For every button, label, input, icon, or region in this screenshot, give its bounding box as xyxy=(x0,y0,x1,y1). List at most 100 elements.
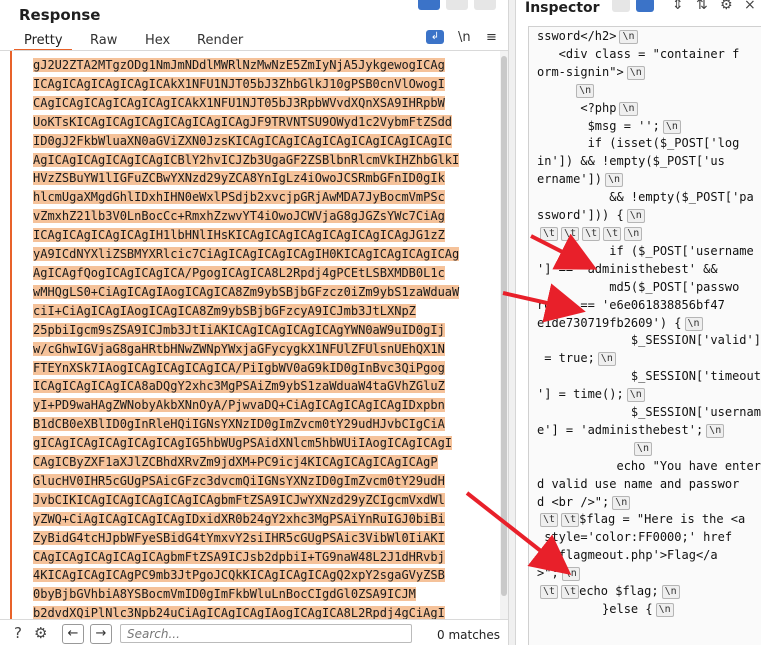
code-text[interactable]: && !empty($_POST['pa xyxy=(537,190,754,204)
inspector-code-line[interactable]: $_SESSION['valid'] xyxy=(537,332,761,350)
expand-icon[interactable]: ⇕ xyxy=(672,0,684,13)
body-line[interactable]: AgICAgfQogICAgICAgICA/PgogICAgICA8L2Rpdj… xyxy=(33,264,491,283)
code-text[interactable]: orm-signin"> xyxy=(537,65,624,79)
body-line[interactable]: 4KICAgICAgICAgPC9mb3JtPgoJCQkKICAgICAgIC… xyxy=(33,566,491,585)
scrollbar-thumb[interactable] xyxy=(501,56,507,596)
selected-text[interactable]: yI+PD9waHAgZWNobyAkbXNnOyA/PjwvaDQ+CiAgI… xyxy=(33,398,445,413)
inspector-code-line[interactable]: e1de730719fb2609') {\n xyxy=(537,315,761,333)
body-line[interactable]: 0byBjbGVhbiA8YSBocmVmID0gImFkbWluLnBocCI… xyxy=(33,585,491,604)
selected-text[interactable]: yA9ICdNYXliZSBMYXRlcic7CiAgICAgICAgICAgI… xyxy=(33,247,460,262)
selected-text[interactable]: FTEYnXSk7IAogICAgICAgICAgICA/PiIgbWV0aG9… xyxy=(33,360,445,375)
previous-match-button[interactable]: ← xyxy=(62,624,84,644)
inspector-code-line[interactable]: $_SESSION['usernam xyxy=(537,404,761,422)
selected-text[interactable]: ICAgICAgICAgICA8aDQgY2xhc3MgPSAiZm9ybS1z… xyxy=(33,379,445,394)
inspector-code-line[interactable]: <?php \n xyxy=(537,100,761,118)
inspector-code-line[interactable]: if ($_POST['username xyxy=(537,243,761,261)
code-text[interactable]: echo $flag; xyxy=(579,584,658,598)
selected-text[interactable]: CAgICByZXF1aXJlZCBhdXRvZm9jdXM+PC9icj4KI… xyxy=(33,455,438,470)
body-line[interactable]: ZyBidG4tcHJpbWFyeSBidG4tYmxvY2siIHR5cGUg… xyxy=(33,529,491,548)
code-text[interactable]: md5($_POST['passwo xyxy=(537,280,739,294)
body-line[interactable]: 25pbiIgcm9sZSA9ICJmb3JtIiAKICAgICAgICAgI… xyxy=(33,321,491,340)
help-icon[interactable]: ? xyxy=(14,624,22,642)
body-line[interactable]: B1dCB0eXBlID0gInRleHQiIGNsYXNzID0gImZvcm… xyxy=(33,415,491,434)
body-line[interactable]: gICAgICAgICAgICAgICAgIG5hbWUgPSAidXNlcm5… xyxy=(33,434,491,453)
body-line[interactable]: ID0gJ2FkbWluaXN0aGViZXN0JzsKICAgICAgICAg… xyxy=(33,132,491,151)
tab-hex[interactable]: Hex xyxy=(145,33,170,48)
body-line[interactable]: GlucHV0IHR5cGUgPSAicGFzc3dvcmQiIGNsYXNzI… xyxy=(33,472,491,491)
body-line[interactable]: yZWQ+CiAgICAgICAgICAgIDxidXR0b24gY2xhc3M… xyxy=(33,510,491,529)
layout-horizontal-button[interactable] xyxy=(446,0,468,10)
inspector-code-line[interactable]: ='/flagmeout.php'>Flag</a xyxy=(537,547,761,565)
selected-text[interactable]: AgICAgfQogICAgICAgICA/PgogICAgICA8L2Rpdj… xyxy=(33,265,445,280)
body-line[interactable]: ciI+CiAgICAgIAogICAgICA8Zm9ybSBjbGFzcyA9… xyxy=(33,302,491,321)
selected-text[interactable]: vZmxhZ21lb3V0LnBocCc+RmxhZzwvYT4iOwoJCWV… xyxy=(33,209,445,224)
code-text[interactable]: style='color:FF0000;' href xyxy=(537,530,732,544)
code-text[interactable]: = true; xyxy=(537,351,595,365)
selected-text[interactable]: 25pbiIgcm9sZSA9ICJmb3JtIiAKICAgICAgICAgI… xyxy=(33,322,445,337)
body-line[interactable]: FTEYnXSk7IAogICAgICAgICAgICA/PiIgbWV0aG9… xyxy=(33,359,491,378)
inspector-settings-gear-icon[interactable]: ⚙ xyxy=(720,0,733,13)
inspector-selected-text[interactable]: ssword</h2> \n <div class = "container fo… xyxy=(528,26,761,645)
inspector-code-line[interactable]: $msg = ''; \n xyxy=(537,118,761,136)
code-text[interactable]: d <br />"; xyxy=(537,495,609,509)
body-line[interactable]: ICAgICAgICAgICAgIH1lbHNlIHsKICAgICAgICAg… xyxy=(33,226,491,245)
code-text[interactable]: '] == 'administhebest' && xyxy=(537,262,718,276)
panel-splitter[interactable] xyxy=(508,0,516,645)
inspector-code-line[interactable]: ssword</h2> \n xyxy=(537,28,761,46)
selected-text[interactable]: B1dCB0eXBlID0gInRleHQiIGNsYXNzID0gImZvcm… xyxy=(33,417,445,432)
code-text[interactable]: $_SESSION['timeout xyxy=(537,369,761,383)
code-text[interactable]: >"; xyxy=(537,566,559,580)
selected-text[interactable]: gJ2U2ZTA2MTgzODg1NmJmNDdlMWRlNzMwNzE5ZmI… xyxy=(33,58,445,72)
body-line[interactable]: yA9ICdNYXliZSBMYXRlcic7CiAgICAgICAgICAgI… xyxy=(33,245,491,264)
next-match-button[interactable]: → xyxy=(90,624,112,644)
body-line[interactable]: ICAgICAgICAgICAgICAkX1NFU1NJT05bJ3ZhbGlk… xyxy=(33,75,491,94)
selected-text[interactable]: ICAgICAgICAgICAgIH1lbHNlIHsKICAgICAgICAg… xyxy=(33,228,445,243)
code-text[interactable] xyxy=(537,441,631,455)
inspector-code-line[interactable]: \t \t $flag = "Here is the <a xyxy=(537,511,761,529)
code-text[interactable]: $flag = "Here is the <a xyxy=(579,512,745,526)
inspector-layout-button[interactable] xyxy=(612,0,630,12)
inspector-code-line[interactable]: $_SESSION['timeout xyxy=(537,368,761,386)
code-text[interactable]: in']) && !empty($_POST['us xyxy=(537,154,725,168)
inspector-code-line[interactable]: d <br />"; \n xyxy=(537,494,761,512)
selected-text[interactable]: ciI+CiAgICAgIAogICAgICA8Zm9ybSBjbGFzcyA9… xyxy=(33,303,416,318)
selected-text[interactable]: GlucHV0IHR5cGUgPSAicGFzc3dvcmQiIGNsYXNzI… xyxy=(33,473,445,488)
body-line[interactable]: hlcmUgaXMgdGhlIDxhIHN0eWxlPSdjb2xvcjpGRj… xyxy=(33,188,491,207)
inspector-code-line[interactable]: ername']) \n xyxy=(537,171,761,189)
code-text[interactable] xyxy=(537,83,573,97)
inspector-code-line[interactable]: >"; \n xyxy=(537,565,761,583)
inspector-code-line[interactable]: && !empty($_POST['pa xyxy=(537,189,761,207)
code-text[interactable]: $_SESSION['valid'] xyxy=(537,333,761,347)
inspector-code-line[interactable]: e'] = 'administhebest'; \n xyxy=(537,422,761,440)
inspector-code-line[interactable]: md5($_POST['passwo xyxy=(537,279,761,297)
code-text[interactable]: '] = time(); xyxy=(537,387,624,401)
selected-text[interactable]: wMHQgLS0+CiAgICAgIAogICAgICA8Zm9ybSBjbGF… xyxy=(33,284,460,299)
selected-text[interactable]: 4KICAgICAgICAgPC9mb3JtPgoJCQkKICAgICAgIC… xyxy=(33,568,445,583)
inspector-code-line[interactable]: d valid use name and passwor xyxy=(537,476,761,494)
selected-text[interactable]: gICAgICAgICAgICAgICAgIG5hbWUgPSAidXNlcm5… xyxy=(33,436,453,451)
code-text[interactable]: d valid use name and passwor xyxy=(537,477,739,491)
body-line[interactable]: yI+PD9waHAgZWNobyAkbXNnOyA/PjwvaDQ+CiAgI… xyxy=(33,396,491,415)
inspector-code-line[interactable]: style='color:FF0000;' href xyxy=(537,529,761,547)
selected-text[interactable]: hlcmUgaXMgdGhlIDxhIHN0eWxlPSdjb2xvcjpGRj… xyxy=(33,190,445,205)
menu-icon[interactable]: ≡ xyxy=(486,30,497,45)
body-line[interactable]: HVzZSBuYW1lIGFuZCBwYXNzd29yZCA8YnIgLz4iO… xyxy=(33,169,491,188)
inspector-code-line[interactable]: if (isset($_POST['log xyxy=(537,135,761,153)
tab-pretty[interactable]: Pretty xyxy=(24,33,63,48)
show-newlines-button[interactable]: \n xyxy=(458,30,471,45)
code-text[interactable]: ssword</h2> xyxy=(537,29,616,43)
body-line[interactable]: JvbCIKICAgICAgICAgICAgICAgbmFtZSA9ICJwYX… xyxy=(33,491,491,510)
layout-split-button[interactable] xyxy=(418,0,440,10)
selected-text[interactable]: UoKTsKICAgICAgICAgICAgICAgICAgJF9TRVNTSU… xyxy=(33,114,453,129)
selected-text[interactable]: ID0gJ2FkbWluaXN0aGViZXN0JzsKICAgICAgICAg… xyxy=(33,133,453,148)
code-text[interactable]: if (isset($_POST['log xyxy=(537,136,740,150)
inspector-code-line[interactable]: '] = time(); \n xyxy=(537,386,761,404)
inspector-code-line[interactable]: rd']) == 'e6e061838856bf47 xyxy=(537,297,761,315)
inspector-code-line[interactable]: \t \t \t \t \n xyxy=(537,225,761,243)
inspector-code-line[interactable]: }else {\n xyxy=(537,601,761,619)
body-line[interactable]: CAgICAgICAgICAgICAgICAkX1NFU1NJT05bJ3Rpb… xyxy=(33,94,491,113)
body-line[interactable]: UoKTsKICAgICAgICAgICAgICAgICAgJF9TRVNTSU… xyxy=(33,113,491,132)
settings-gear-icon[interactable]: ⚙ xyxy=(34,624,47,642)
body-line[interactable]: AgICAgICAgICAgICAgICBlY2hvICJZb3UgaGF2ZS… xyxy=(33,151,491,170)
collapse-icon[interactable]: ⇅ xyxy=(696,0,708,13)
